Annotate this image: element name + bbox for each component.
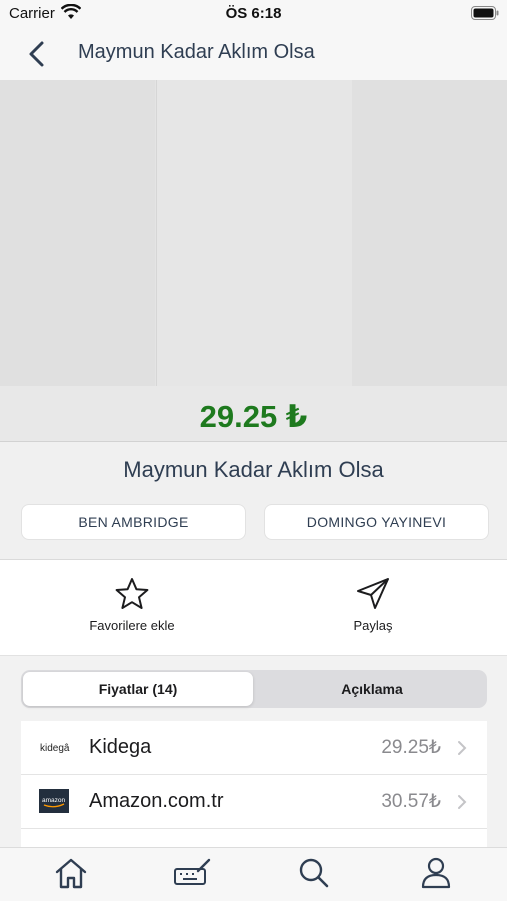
status-bar: Carrier ÖS 6:18	[0, 0, 507, 28]
list-item[interactable]	[21, 829, 487, 847]
paper-plane-icon	[357, 578, 389, 609]
action-row: Favorilere ekle Paylaş	[0, 560, 507, 656]
seller-price: 30.57₺	[381, 791, 441, 812]
image-placeholder	[352, 80, 507, 386]
svg-text:amazon: amazon	[42, 797, 66, 804]
tab-search[interactable]	[294, 856, 334, 892]
publisher-button[interactable]: DOMINGO YAYINEVI	[264, 504, 489, 540]
share-button[interactable]: Paylaş	[293, 576, 453, 633]
list-item[interactable]: amazon Amazon.com.tr 30.57₺	[21, 775, 487, 829]
chevron-right-icon	[458, 795, 467, 809]
home-icon	[55, 858, 87, 889]
tab-description[interactable]: Açıklama	[257, 672, 487, 706]
back-button[interactable]	[26, 40, 52, 68]
product-title: Maymun Kadar Aklım Olsa	[123, 457, 384, 482]
tab-prices[interactable]: Fiyatlar (14)	[23, 672, 253, 706]
seller-list: kidegâ Kidega 29.25₺ amazon Amazon.com.t…	[21, 721, 487, 847]
list-item[interactable]: kidegâ Kidega 29.25₺	[21, 721, 487, 775]
share-label: Paylaş	[353, 618, 393, 633]
product-price: 29.25 ₺	[199, 399, 308, 434]
clock: ÖS 6:18	[225, 5, 282, 22]
product-info: Maymun Kadar Aklım Olsa BEN AMBRIDGE DOM…	[0, 442, 507, 560]
image-placeholder	[156, 80, 353, 386]
author-button[interactable]: BEN AMBRIDGE	[21, 504, 246, 540]
seller-name: Kidega	[89, 736, 152, 758]
tab-write[interactable]	[172, 856, 212, 892]
search-icon	[299, 858, 329, 888]
tab-profile[interactable]	[416, 856, 456, 892]
favorite-label: Favorilere ekle	[89, 618, 175, 633]
star-icon	[115, 578, 149, 609]
battery-icon	[471, 6, 499, 25]
keyboard-pen-icon	[174, 858, 211, 885]
price-section: 29.25 ₺	[0, 386, 507, 442]
favorite-button[interactable]: Favorilere ekle	[52, 576, 212, 633]
segmented-control: Fiyatlar (14) Açıklama	[21, 670, 487, 708]
image-placeholder	[0, 80, 155, 386]
seller-name: Amazon.com.tr	[89, 790, 224, 812]
tab-bar	[0, 847, 507, 901]
svg-text:kidegâ: kidegâ	[40, 743, 70, 754]
product-image-carousel[interactable]	[0, 80, 507, 386]
page-title: Maymun Kadar Aklım Olsa	[78, 41, 315, 63]
amazon-logo: amazon	[39, 789, 69, 813]
person-icon	[421, 857, 451, 889]
navigation-bar: Maymun Kadar Aklım Olsa	[0, 28, 507, 81]
chevron-left-icon	[29, 41, 44, 67]
seller-price: 29.25₺	[381, 737, 441, 758]
kidega-logo: kidegâ	[39, 735, 70, 759]
tab-home[interactable]	[51, 856, 91, 892]
chevron-right-icon	[458, 741, 467, 755]
